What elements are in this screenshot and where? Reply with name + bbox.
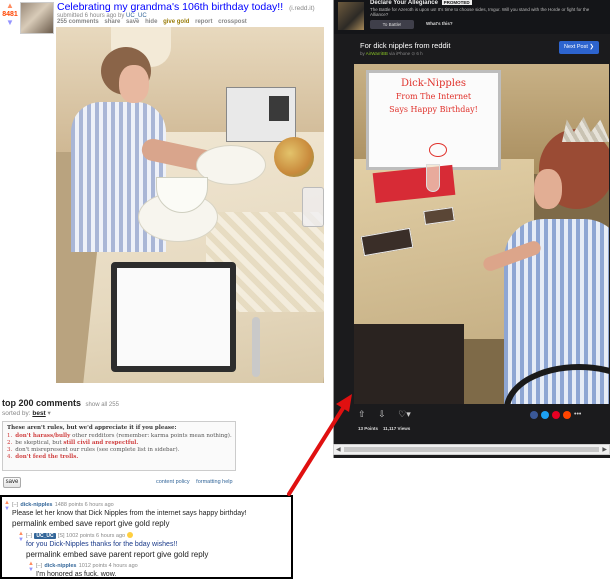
post-title[interactable]: Celebrating my grandma's 106th birthday … [57,1,315,13]
imgur-image[interactable]: Dick-Nipples From The Internet Says Happ… [354,64,609,404]
ad-text: The Battle for Azeroth is upon us! It's … [370,7,590,17]
photo-cup [302,187,324,227]
hide-link[interactable]: hide [145,19,157,25]
points-count: 13 Points [358,426,379,431]
give-gold-link[interactable]: give gold [163,19,189,25]
save-comment-button[interactable]: save [3,477,21,488]
post-image[interactable] [56,27,324,383]
comment-body: for you Dick-Nipples thanks for the bday… [26,541,178,548]
upvote-icon[interactable]: ⇧ [358,409,366,419]
sort-dropdown[interactable]: best [32,410,45,417]
imgur-post-title: For dick nipples from reddit [360,41,451,50]
comment-vote-arrows[interactable]: ▲ ▼ [18,531,24,543]
post-domain[interactable]: (i.redd.it) [289,5,315,12]
downvote-icon[interactable]: ⇩ [378,409,386,419]
report-link[interactable]: report [134,550,155,559]
scroll-left-icon[interactable]: ◀ [336,446,341,453]
post-title-link[interactable]: Celebrating my grandma's 106th birthday … [57,1,283,13]
rule-item: 2. be skeptical, but still civil and resp… [7,440,139,446]
scroll-right-icon[interactable]: ▶ [602,446,607,453]
photo-fruit [274,137,314,177]
formatting-help-link[interactable]: formatting help [196,479,232,485]
comments-heading-text: top 200 comments [2,398,82,408]
rules-title: These aren't rules, but we'd appreciate … [7,425,177,431]
share-buttons: ••• [530,411,585,421]
comment-header: [–] dick-nipples 1488 points 6 hours ago [12,499,114,508]
give-gold-link[interactable]: give gold [157,550,189,559]
comment-actions: permalink embed save parent report give … [26,550,208,559]
imgur-post-meta: by AirWarriBB via iPhone ⊙ 6 h [360,51,423,56]
save-link[interactable]: save [76,519,93,528]
reddit-icon[interactable] [563,411,571,419]
facebook-icon[interactable] [530,411,538,419]
comments-heading: top 200 comments show all 255 [2,398,119,408]
imgur-actions: ⇧ ⇩ ♡▾ [358,409,421,420]
to-battle-button[interactable]: To Battle! [370,20,414,29]
more-options-icon[interactable]: ••• [574,411,582,419]
parent-link[interactable]: parent [109,550,132,559]
comment-header: [–] UC_UC [S] 1002 points 6 hours ago [26,530,134,539]
photo-box [226,87,296,142]
comments-link[interactable]: 255 comments [57,19,99,25]
imgur-author-link[interactable]: AirWarriBB [366,51,388,56]
post-buttons: 255 comments share save hide give gold r… [57,19,251,25]
upvote-arrow-icon[interactable]: ▲ [2,2,18,10]
comment-actions: permalink embed save report give gold re… [12,519,170,528]
rule-item: 3. don't misrepresent our rules (see comp… [7,447,180,453]
crosspost-link[interactable]: crosspost [218,19,247,25]
snoo-drawing-icon [429,143,447,157]
post-thumbnail[interactable] [20,2,54,34]
rule-item: 4. don't feed the trolls. [7,454,79,460]
photo-shadow [354,324,464,404]
next-post-button[interactable]: Next Post ❯ [559,41,599,54]
sort-label: sorted by: [2,410,31,417]
reply-link[interactable]: reply [191,550,208,559]
give-gold-link[interactable]: give gold [118,519,150,528]
comment-body: I'm honored as fuck. wow. [36,571,117,578]
photo-grandma [464,109,609,404]
rule-item: 1. don't harass/bully other redditors (re… [7,433,232,439]
permalink-link[interactable]: permalink [26,550,61,559]
comment-header: [–] dick-nipples 1012 points 4 hours ago [36,560,138,569]
embed-link[interactable]: embed [63,550,87,559]
report-link[interactable]: report [95,519,116,528]
downvote-arrow-icon[interactable]: ▼ [2,19,18,27]
show-all-link[interactable]: show all 255 [86,402,119,408]
photo-glass [426,164,440,192]
photo-knife [252,317,260,377]
imgur-window: Declare Your Allegiance PROMOTED The Bat… [333,0,610,458]
vote-widget: ▲ 8481 ▼ [2,2,18,27]
comment-textarea[interactable]: These aren't rules, but we'd appreciate … [2,421,236,471]
promoted-badge: PROMOTED [441,0,472,5]
views-count: 11,117 Views [383,426,411,431]
imgur-stats: 13 Points 11,117 Views [358,426,410,431]
comment-body: Please let her know that Dick Nipples fr… [12,510,247,517]
horizontal-scrollbar[interactable]: ◀ ▶ [333,444,610,455]
twitter-icon[interactable] [541,411,549,419]
favorite-icon[interactable]: ♡▾ [398,409,411,419]
ad-title: Declare Your Allegiance PROMOTED [370,0,472,6]
share-link[interactable]: share [104,19,120,25]
sort-by: sorted by: best ▾ [2,409,51,417]
reply-link[interactable]: reply [152,519,169,528]
permalink-link[interactable]: permalink [12,519,47,528]
highlighted-comments: ▲ ▼ [–] dick-nipples 1488 points 6 hours … [0,495,293,579]
whats-this-link[interactable]: What's this? [426,21,453,26]
promoted-ad[interactable]: Declare Your Allegiance PROMOTED The Bat… [334,0,610,34]
save-link[interactable]: save [90,550,107,559]
chevron-down-icon[interactable]: ▾ [48,410,51,417]
save-link[interactable]: save [126,19,139,25]
scrollbar-thumb[interactable] [344,447,599,452]
photo-whiteboard [111,262,236,372]
ad-image [338,2,364,30]
help-links: content policy formatting help [156,479,238,485]
rules-list: 1. don't harass/bully other redditors (re… [7,433,232,461]
award-icon [127,531,134,538]
pinterest-icon[interactable] [552,411,560,419]
comment-vote-arrows[interactable]: ▲ ▼ [4,500,10,512]
content-policy-link[interactable]: content policy [156,479,190,485]
report-link[interactable]: report [195,19,212,25]
comment-vote-arrows[interactable]: ▲ ▼ [28,561,34,573]
embed-link[interactable]: embed [49,519,73,528]
